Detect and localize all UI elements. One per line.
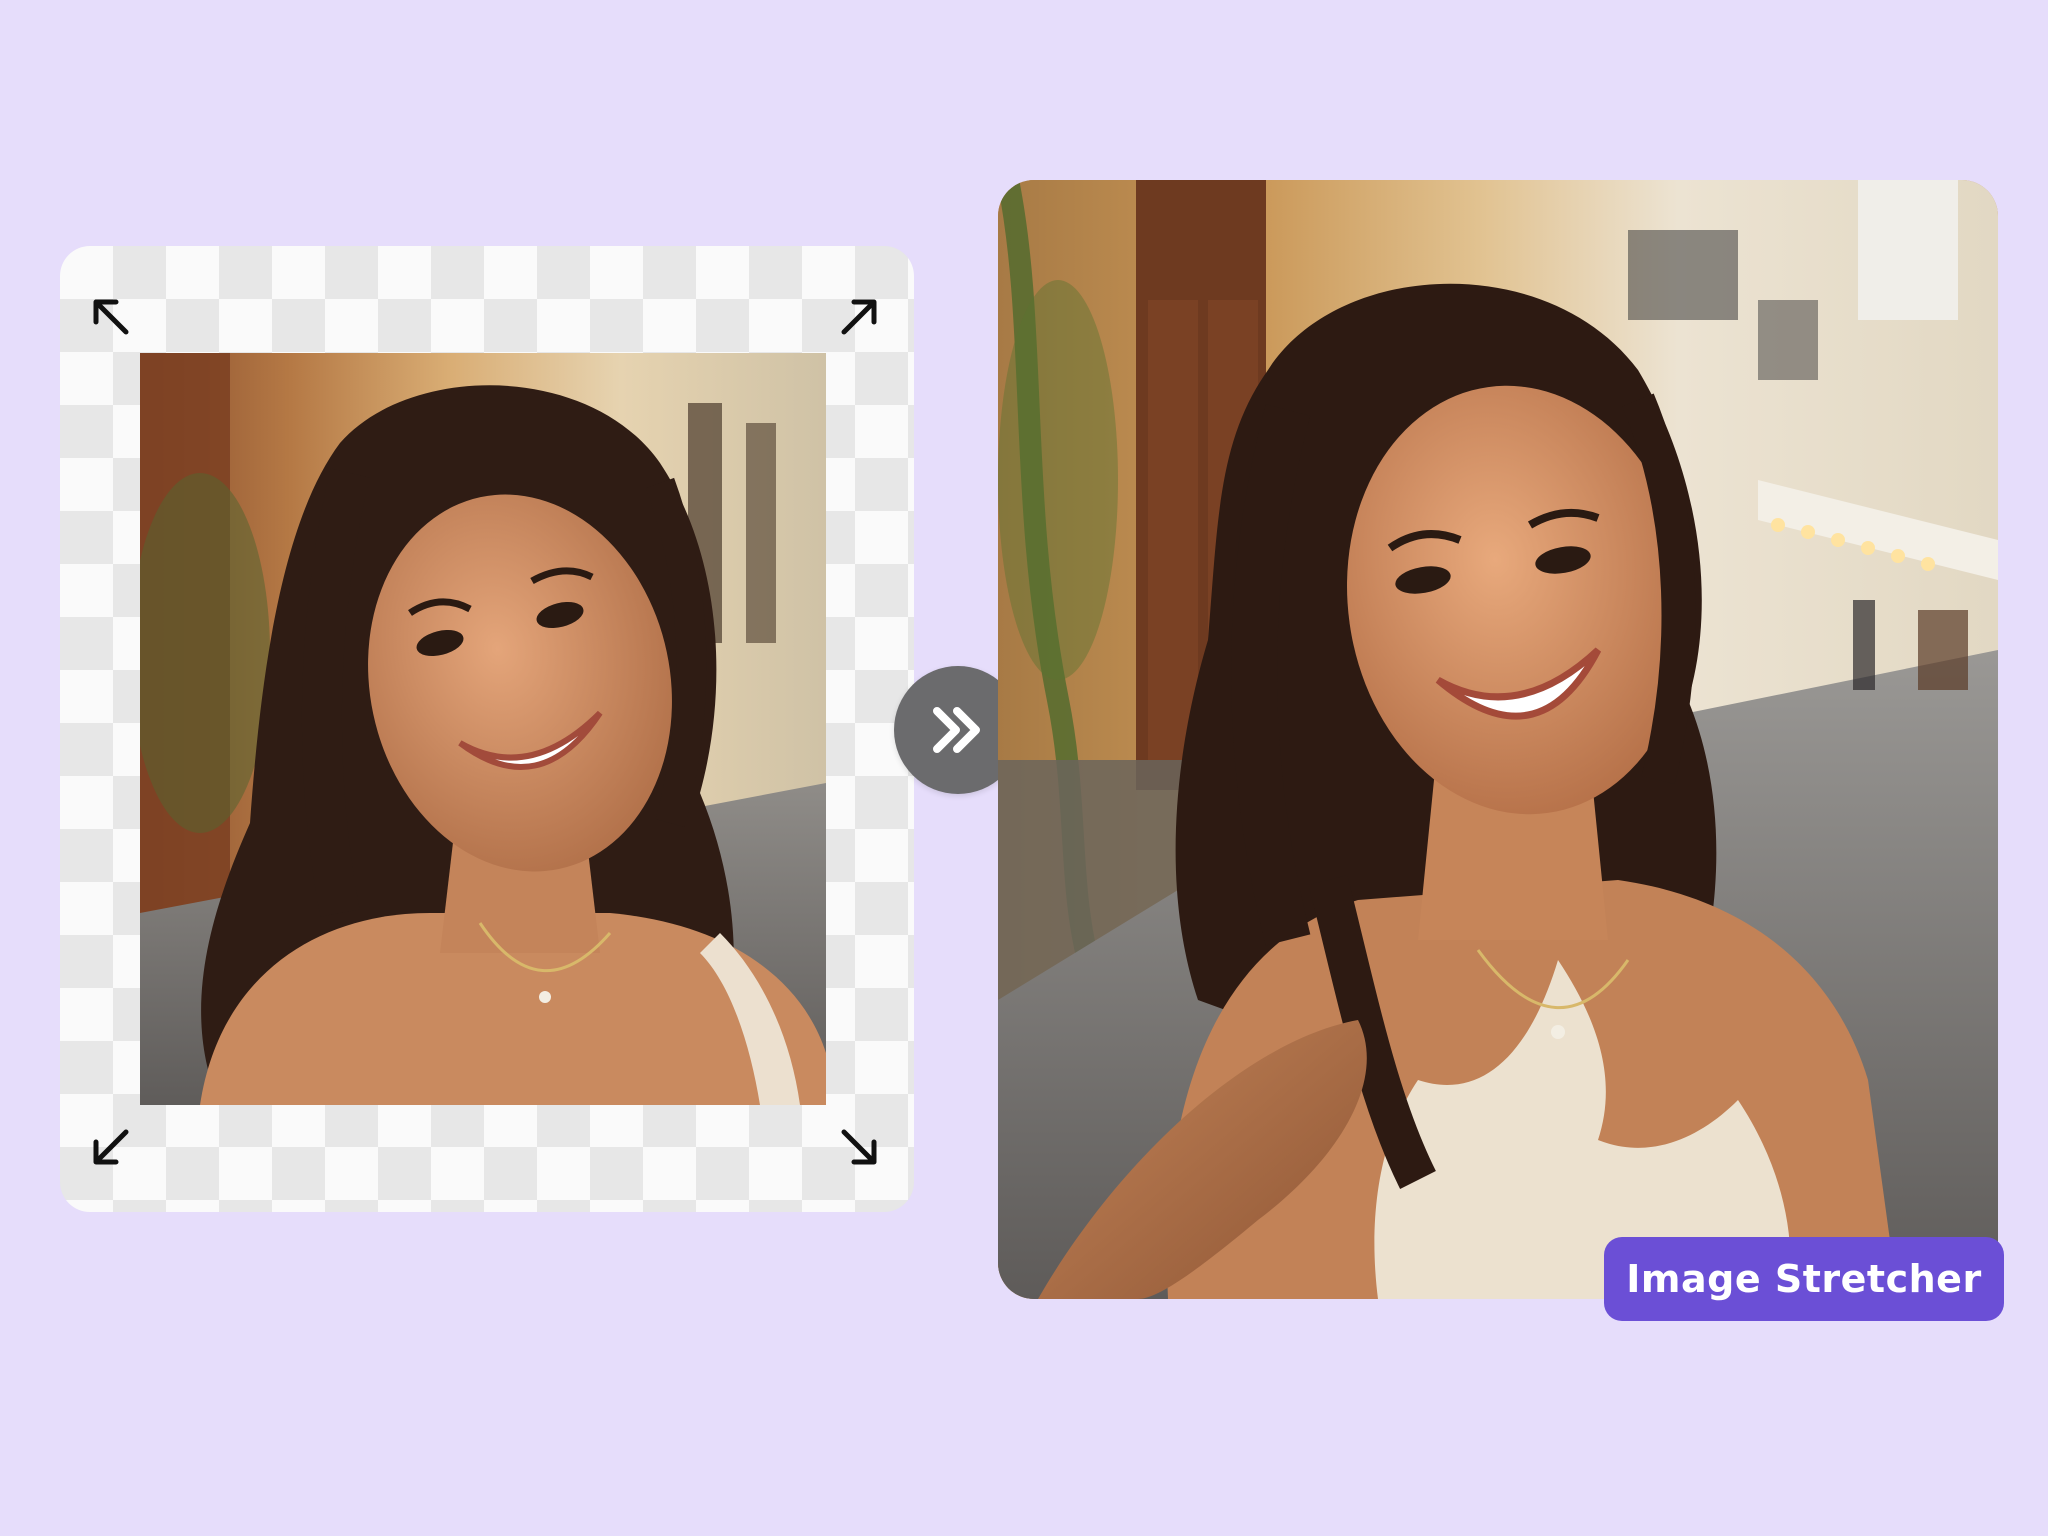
arrow-down-right-icon[interactable]	[836, 1124, 882, 1170]
arrow-up-left-icon[interactable]	[88, 294, 134, 340]
result-image-card	[998, 180, 1998, 1299]
double-chevron-right-icon	[933, 707, 980, 753]
selfie-photo-expanded	[998, 180, 1998, 1299]
source-photo	[140, 353, 826, 1105]
arrow-down-left-icon[interactable]	[88, 1124, 134, 1170]
selfie-photo-cropped	[140, 353, 826, 1105]
source-image-card	[60, 246, 914, 1212]
image-stretcher-badge: Image Stretcher	[1604, 1237, 2004, 1321]
arrow-up-right-icon[interactable]	[836, 294, 882, 340]
